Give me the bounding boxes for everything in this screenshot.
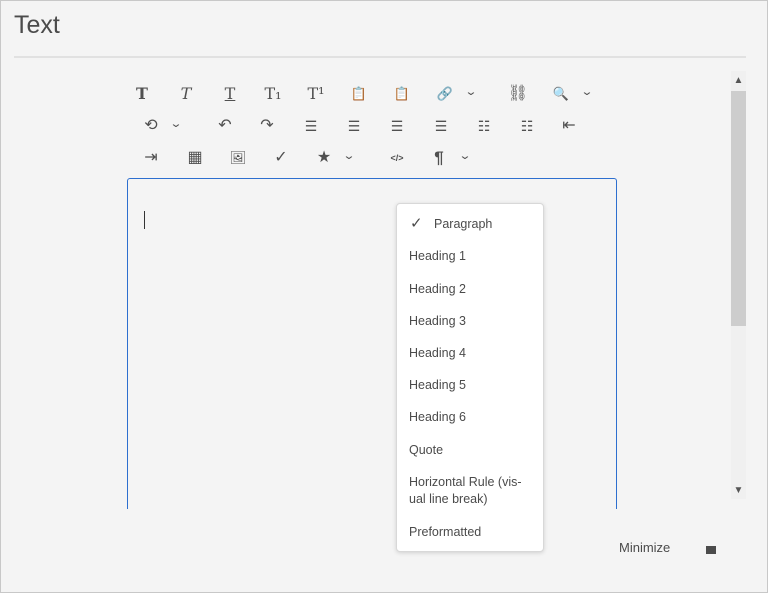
align-center-button[interactable]: ☰ <box>342 115 366 137</box>
paste-text-button[interactable]: 📋 <box>347 83 371 105</box>
menu-item-paragraph[interactable]: Paragraph <box>434 216 559 233</box>
justify-button[interactable]: ☰ <box>429 115 453 137</box>
paragraph-format-button[interactable]: ¶ <box>427 147 451 169</box>
numbered-list-button[interactable]: ☷ <box>515 115 539 137</box>
find-button[interactable]: 🔍 <box>549 83 573 105</box>
image-button[interactable]: 🖼 <box>226 147 250 169</box>
paste-html-button[interactable]: 📋 <box>390 83 414 105</box>
subscript-button[interactable]: T₁ <box>261 83 285 105</box>
menu-item-quote[interactable]: Quote <box>409 442 534 459</box>
scrollbar-thumb[interactable] <box>731 91 746 326</box>
title-divider <box>14 56 746 58</box>
menu-item-heading-6[interactable]: Heading 6 <box>409 409 534 426</box>
undo-button[interactable]: ↶ <box>213 115 237 137</box>
minimize-button[interactable]: Minimize <box>619 540 670 555</box>
menu-item-heading-2[interactable]: Heading 2 <box>409 281 534 298</box>
superscript-button[interactable]: T¹ <box>304 83 328 105</box>
italic-button[interactable]: T <box>174 83 198 105</box>
special-chars-chevron-icon[interactable]: ⌄ <box>339 149 359 163</box>
spellcheck-button[interactable]: ✓ <box>269 147 293 169</box>
menu-item-heading-4[interactable]: Heading 4 <box>409 345 534 362</box>
find-replace-chevron-icon[interactable]: ⌄ <box>166 117 186 131</box>
fullscreen-toggle-icon[interactable] <box>703 543 719 557</box>
align-left-button[interactable]: ☰ <box>299 115 323 137</box>
menu-item-heading-5[interactable]: Heading 5 <box>409 377 534 394</box>
bold-button[interactable]: T <box>130 83 154 105</box>
table-button[interactable]: ▦ <box>183 147 207 169</box>
paragraph-format-dropdown: ✓ Paragraph Heading 1 Heading 2 Heading … <box>396 203 544 552</box>
check-icon: ✓ <box>410 215 423 232</box>
scroll-down-icon[interactable]: ▼ <box>731 485 746 499</box>
menu-item-horizontal-rule[interactable]: Horizontal Rule (vis-ual line break) <box>409 474 529 508</box>
menu-item-heading-3[interactable]: Heading 3 <box>409 313 534 330</box>
bullet-list-button[interactable]: ☷ <box>472 115 496 137</box>
page-title: Text <box>14 11 60 39</box>
outdent-button[interactable]: ⇤ <box>557 115 581 137</box>
underline-button[interactable]: T <box>218 83 242 105</box>
scrollbar[interactable]: ▲ ▼ <box>731 71 746 499</box>
special-chars-button[interactable]: ★ <box>312 147 336 169</box>
text-caret <box>144 211 145 229</box>
link-chevron-icon[interactable]: ⌄ <box>461 85 481 99</box>
menu-item-preformatted[interactable]: Preformatted <box>409 524 534 541</box>
paragraph-format-chevron-icon[interactable]: ⌄ <box>455 149 475 163</box>
unlink-button[interactable]: ⛓ <box>506 83 530 105</box>
link-button[interactable]: 🔗 <box>433 83 457 105</box>
find-replace-button[interactable]: ⟲ <box>139 115 163 137</box>
menu-item-heading-1[interactable]: Heading 1 <box>409 248 534 265</box>
find-chevron-icon[interactable]: ⌄ <box>577 85 597 99</box>
indent-button[interactable]: ⇥ <box>139 147 163 169</box>
align-right-button[interactable]: ☰ <box>385 115 409 137</box>
redo-button[interactable]: ↷ <box>255 115 279 137</box>
source-edit-button[interactable]: </> <box>385 147 409 169</box>
scroll-up-icon[interactable]: ▲ <box>731 75 746 89</box>
